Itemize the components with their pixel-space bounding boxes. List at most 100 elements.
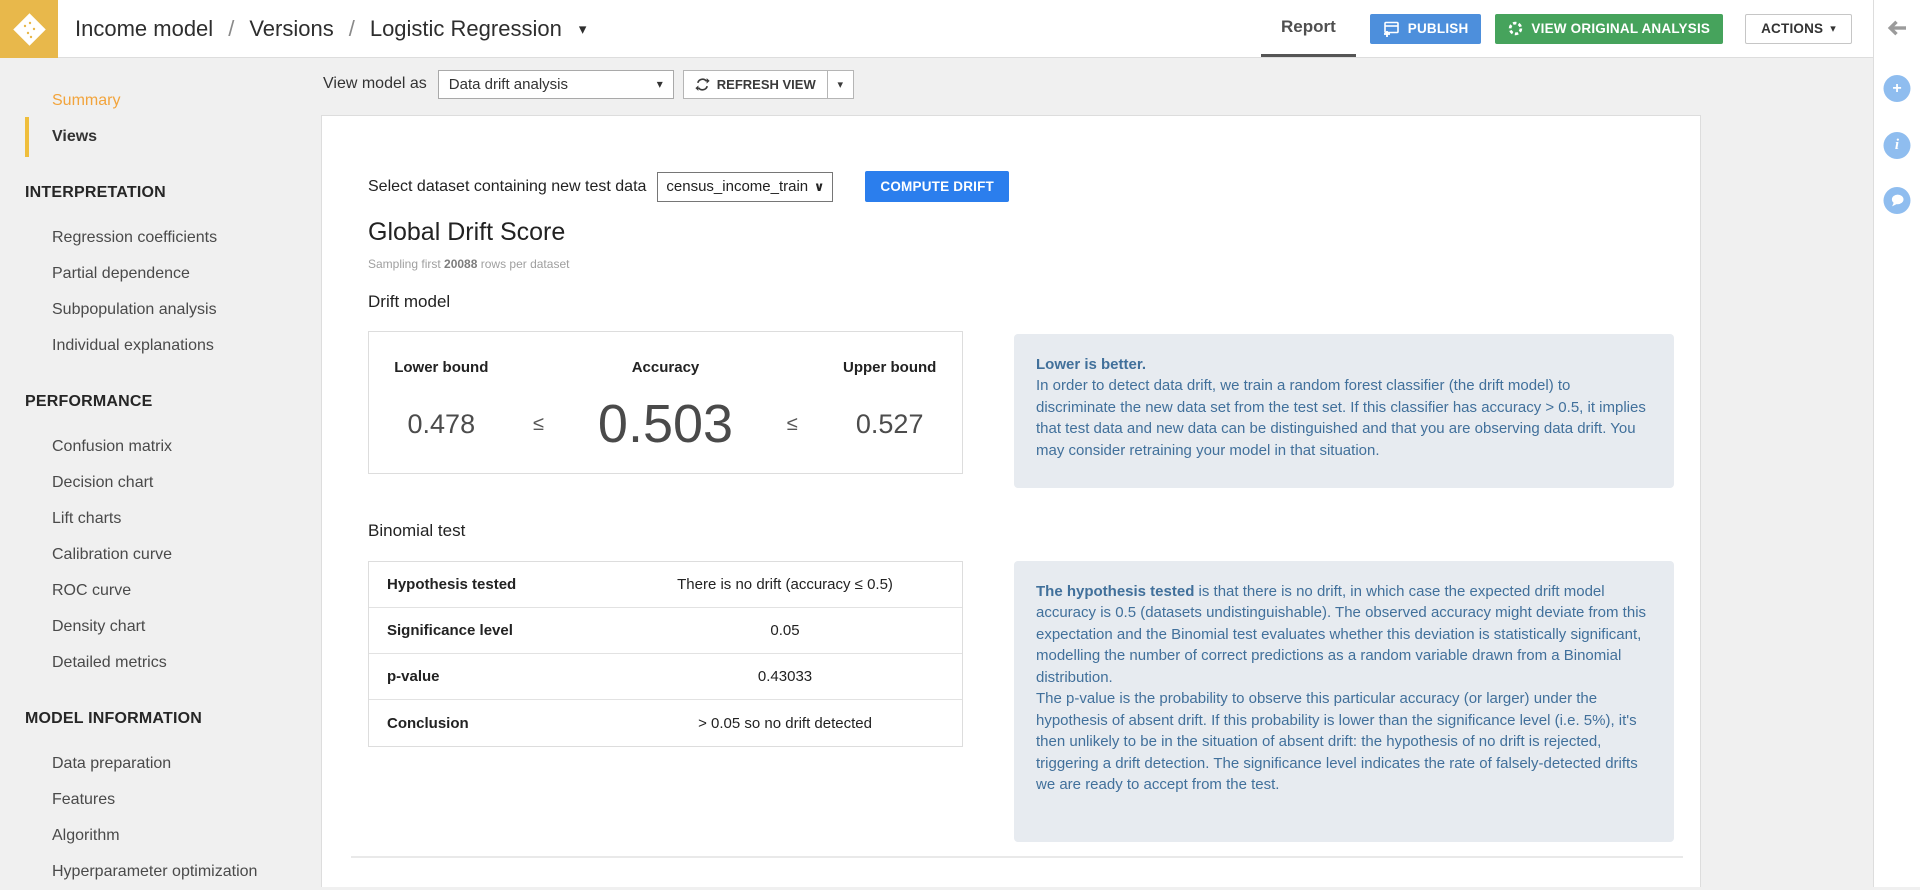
upper-bound-header: Upper bound — [843, 358, 937, 376]
breadcrumb-separator: / — [348, 15, 355, 41]
sidebar-item-individual-explanations[interactable]: Individual explanations — [0, 328, 320, 364]
refresh-view-button[interactable]: REFRESH VIEW — [682, 69, 828, 99]
tab-report[interactable]: Report — [1260, 0, 1356, 57]
row-value: There is no drift (accuracy ≤ 0.5) — [677, 576, 893, 593]
row-label: Significance level — [387, 622, 513, 639]
publish-button[interactable]: PUBLISH — [1369, 13, 1482, 44]
sidebar-item-algorithm[interactable]: Algorithm — [0, 818, 320, 854]
breadcrumb-current-version[interactable]: Logistic Regression — [370, 16, 562, 42]
lower-bound-header: Lower bound — [394, 358, 489, 376]
compute-drift-button[interactable]: COMPUTE DRIFT — [865, 171, 1009, 202]
binomial-explanation-body2: The p-value is the probability to observ… — [1036, 690, 1638, 793]
sidebar-item-hyperparameter-optimization[interactable]: Hyperparameter optimization — [0, 854, 320, 890]
chevron-down-icon[interactable]: ▾ — [579, 20, 587, 38]
row-label: p-value — [387, 668, 440, 685]
collapse-panel-button[interactable] — [1886, 19, 1908, 42]
binomial-test-table: Hypothesis tested There is no drift (acc… — [368, 561, 963, 747]
table-row: Significance level 0.05 — [369, 608, 962, 654]
dataiku-logo-icon — [0, 0, 58, 58]
dataset-selection-row: Select dataset containing new test data … — [368, 171, 1009, 202]
breadcrumb-separator: / — [228, 15, 235, 41]
section-divider — [351, 856, 1683, 858]
lower-bound-value: 0.478 — [407, 408, 476, 439]
row-value: 0.43033 — [757, 668, 813, 685]
add-button[interactable]: + — [1883, 75, 1911, 102]
header-actions: Report PUBLISH VIEW ORIGINAL ANALYSIS AC… — [1260, 0, 1852, 57]
sidebar-item-features[interactable]: Features — [0, 782, 320, 818]
table-row: Conclusion > 0.05 so no drift detected — [369, 700, 962, 746]
info-button[interactable]: i — [1883, 132, 1911, 159]
accuracy-value: 0.503 — [597, 394, 734, 454]
breadcrumb-versions[interactable]: Versions — [249, 16, 333, 42]
view-model-as-label: View model as — [323, 75, 427, 92]
back-arrow-icon — [1887, 20, 1906, 36]
sidebar-item-roc-curve[interactable]: ROC curve — [0, 573, 320, 609]
sampling-note: Sampling first 20088 rows per dataset — [368, 257, 569, 271]
table-row: p-value 0.43033 — [369, 654, 962, 700]
left-sidebar: Summary Views INTERPRETATION Regression … — [0, 58, 320, 887]
active-indicator — [25, 117, 29, 157]
breadcrumb: Income model / Versions / Logistic Regre… — [75, 16, 586, 42]
refresh-view-label: REFRESH VIEW — [716, 76, 816, 92]
sidebar-item-detailed-metrics[interactable]: Detailed metrics — [0, 645, 320, 681]
sidebar-item-partial-dependence[interactable]: Partial dependence — [0, 256, 320, 292]
drift-explanation-box: Lower is better. In order to detect data… — [1014, 334, 1674, 488]
row-label: Hypothesis tested — [387, 576, 517, 593]
view-original-analysis-button[interactable]: VIEW ORIGINAL ANALYSIS — [1495, 13, 1724, 44]
drift-model-card: Lower bound Accuracy Upper bound 0.478 ≤… — [368, 331, 963, 474]
sidebar-item-subpopulation-analysis[interactable]: Subpopulation analysis — [0, 292, 320, 328]
sidebar-item-lift-charts[interactable]: Lift charts — [0, 501, 320, 537]
drift-model-section-title: Drift model — [368, 292, 451, 311]
view-toolbar: View model as Data drift analysis ▾ REFR… — [323, 69, 854, 99]
dataset-select[interactable]: census_income_train ∨ — [657, 171, 834, 202]
sidebar-item-views[interactable]: Views — [0, 117, 320, 157]
chevron-down-icon: ▾ — [837, 78, 843, 91]
right-utility-rail: + i — [1873, 0, 1920, 887]
main-content-card: Select dataset containing new test data … — [321, 115, 1701, 887]
row-value: > 0.05 so no drift detected — [698, 714, 872, 732]
sidebar-item-label: Views — [52, 128, 98, 145]
dataset-select-label: Select dataset containing new test data — [368, 177, 647, 195]
sidebar-section-performance: PERFORMANCE — [25, 393, 153, 410]
speech-bubble-icon — [1891, 194, 1903, 207]
lte-symbol: ≤ — [786, 412, 798, 435]
comments-button[interactable] — [1883, 187, 1911, 214]
info-icon: i — [1894, 137, 1900, 153]
chevron-down-icon: ∨ — [813, 178, 825, 194]
drift-explanation-body: In order to detect data drift, we train … — [1036, 377, 1646, 459]
actions-button[interactable]: ACTIONS ▾ — [1745, 13, 1852, 44]
row-value: 0.05 — [770, 622, 800, 639]
refresh-split-button: REFRESH VIEW ▾ — [682, 69, 854, 99]
sidebar-item-calibration-curve[interactable]: Calibration curve — [0, 537, 320, 573]
table-row: Hypothesis tested There is no drift (acc… — [369, 562, 962, 608]
upper-bound-value: 0.527 — [855, 408, 924, 439]
binomial-explanation-lead: The hypothesis tested — [1036, 583, 1195, 600]
view-original-label: VIEW ORIGINAL ANALYSIS — [1531, 21, 1711, 36]
sidebar-item-data-preparation[interactable]: Data preparation — [0, 746, 320, 782]
binomial-explanation-box: The hypothesis tested is that there is n… — [1014, 561, 1674, 842]
accuracy-header: Accuracy — [631, 358, 700, 376]
view-model-as-select[interactable]: Data drift analysis ▾ — [437, 69, 674, 99]
sidebar-item-summary[interactable]: Summary — [0, 83, 320, 119]
sampling-suffix: rows per dataset — [477, 257, 570, 271]
sampling-count: 20088 — [444, 257, 478, 271]
sampling-prefix: Sampling first — [368, 257, 445, 271]
chevron-down-icon: ▾ — [656, 77, 663, 91]
binomial-test-section-title: Binomial test — [368, 521, 466, 540]
publish-label: PUBLISH — [1407, 21, 1469, 36]
sidebar-item-regression-coefficients[interactable]: Regression coefficients — [0, 220, 320, 256]
sidebar-item-density-chart[interactable]: Density chart — [0, 609, 320, 645]
actions-label: ACTIONS — [1761, 21, 1824, 36]
drift-explanation-lead: Lower is better. — [1036, 356, 1147, 373]
sidebar-item-confusion-matrix[interactable]: Confusion matrix — [0, 429, 320, 465]
refresh-icon — [695, 77, 710, 91]
app-logo[interactable] — [0, 0, 58, 58]
publish-icon — [1383, 21, 1399, 37]
chevron-down-icon: ▾ — [1830, 23, 1836, 35]
lte-symbol: ≤ — [533, 412, 545, 435]
plus-icon: + — [1892, 79, 1902, 97]
refresh-options-button[interactable]: ▾ — [827, 69, 854, 99]
breadcrumb-model-name[interactable]: Income model — [75, 16, 213, 42]
sidebar-section-interpretation: INTERPRETATION — [25, 184, 166, 201]
sidebar-item-decision-chart[interactable]: Decision chart — [0, 465, 320, 501]
